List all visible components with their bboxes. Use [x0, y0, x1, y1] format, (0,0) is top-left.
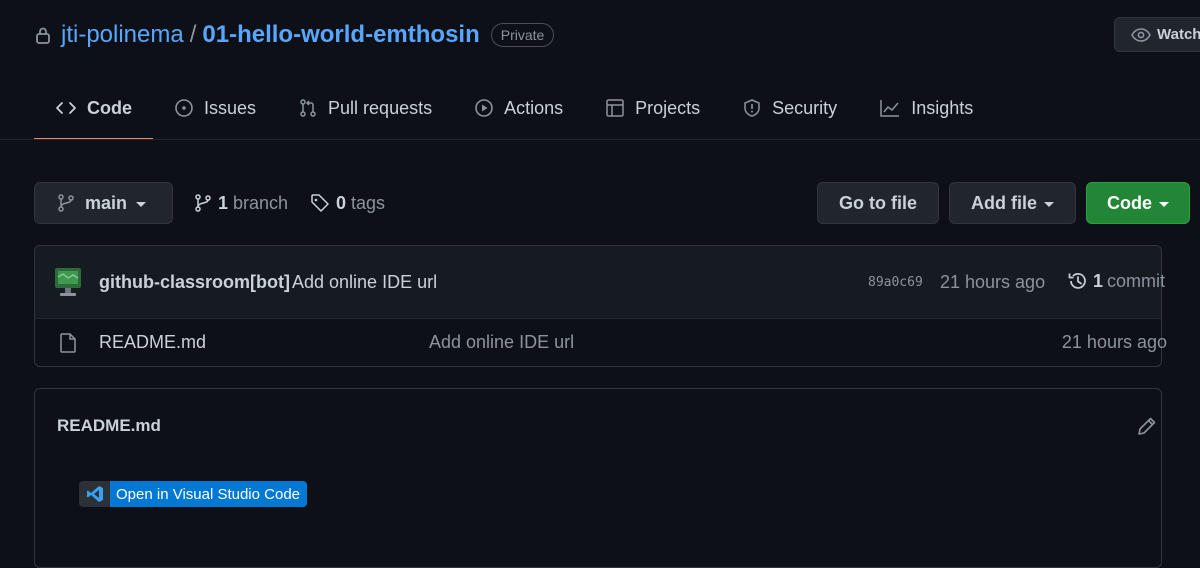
git-branch-icon: [195, 194, 211, 212]
tab-label: Security: [772, 97, 838, 118]
git-branch-icon: [58, 194, 74, 212]
vscode-icon: [79, 481, 110, 507]
git-pull-request-icon: [298, 98, 328, 118]
lock-icon: [35, 26, 51, 44]
graph-icon: [879, 98, 911, 118]
file-commit-time: 21 hours ago: [1061, 332, 1167, 352]
tag-icon: [311, 194, 329, 212]
open-in-vscode-badge[interactable]: Open in Visual Studio Code: [79, 481, 308, 507]
readme-box: README.md Open in Visual Studio Code: [34, 388, 1162, 568]
tab-label: Insights: [911, 97, 974, 118]
add-file-label: Add file: [971, 192, 1037, 213]
commit-history-link[interactable]: 1 commit: [1067, 270, 1165, 292]
tab-label: Issues: [204, 97, 257, 118]
commit-time: 21 hours ago: [940, 272, 1046, 292]
repo-header: jti-polinema / 01-hello-world-emthosin P…: [35, 18, 555, 52]
tag-word: tags: [351, 192, 386, 213]
readme-title: README.md: [57, 416, 161, 435]
pencil-icon[interactable]: [1136, 415, 1158, 437]
tab-label: Projects: [635, 97, 701, 118]
add-file-button[interactable]: Add file: [949, 182, 1076, 224]
tabs-divider: [0, 139, 1200, 140]
history-icon: [1068, 273, 1086, 289]
table-icon: [605, 98, 635, 118]
repo-owner-link[interactable]: jti-polinema: [61, 21, 184, 49]
tab-label: Code: [87, 97, 132, 118]
visibility-badge: Private: [490, 23, 555, 47]
tag-count: 0: [336, 192, 347, 213]
tab-insights[interactable]: Insights: [858, 84, 994, 132]
avatar[interactable]: [54, 267, 82, 297]
tab-label: Actions: [504, 97, 564, 118]
play-icon: [474, 98, 504, 118]
file-name-link[interactable]: README.md: [99, 332, 206, 353]
branch-count: 1: [218, 192, 229, 213]
tab-issues[interactable]: Issues: [153, 84, 277, 132]
chevron-down-icon: [1159, 202, 1169, 207]
commit-author-link[interactable]: github-classroom[bot]: [99, 272, 290, 293]
tags-link[interactable]: 0 tags: [310, 190, 385, 216]
latest-commit-row: github-classroom[bot] Add online IDE url…: [35, 246, 1165, 319]
issue-opened-icon: [174, 98, 204, 118]
tab-label: Pull requests: [328, 97, 433, 118]
branch-word: branch: [233, 192, 289, 213]
commit-count: 1: [1093, 270, 1104, 291]
code-icon: [55, 101, 87, 115]
branches-link[interactable]: 1 branch: [194, 190, 288, 216]
code-button[interactable]: Code: [1086, 182, 1190, 224]
repo-name-link[interactable]: 01-hello-world-emthosin: [202, 21, 479, 49]
branch-select-button[interactable]: main: [34, 182, 173, 224]
commit-word: commit: [1107, 270, 1166, 291]
go-to-file-button[interactable]: Go to file: [817, 182, 939, 224]
tab-code[interactable]: Code: [34, 84, 153, 140]
file-navigation-box: github-classroom[bot] Add online IDE url…: [34, 245, 1167, 367]
tab-pull-requests[interactable]: Pull requests: [277, 84, 453, 132]
code-button-label: Code: [1107, 192, 1152, 213]
tab-security[interactable]: Security: [721, 84, 858, 132]
watch-button[interactable]: Watch: [1114, 17, 1200, 52]
repo-nav-tabs: Code Issues Pull requests Actions Projec…: [34, 84, 994, 140]
commit-message-link[interactable]: Add online IDE url: [292, 272, 437, 293]
repo-path-separator: /: [189, 21, 197, 48]
commit-sha-link[interactable]: 89a0c69: [868, 275, 923, 290]
watch-label: Watch: [1157, 26, 1200, 43]
chevron-down-icon: [136, 202, 147, 207]
branch-name: main: [85, 192, 128, 213]
file-commit-message-link[interactable]: Add online IDE url: [429, 332, 574, 353]
tab-projects[interactable]: Projects: [584, 84, 721, 132]
chevron-down-icon: [1044, 202, 1054, 207]
shield-icon: [742, 98, 772, 118]
tab-actions[interactable]: Actions: [453, 84, 584, 132]
open-in-vscode-label: Open in Visual Studio Code: [110, 481, 308, 507]
file-row: README.md Add online IDE url 21 hours ag…: [35, 318, 1167, 367]
eye-icon: [1131, 27, 1157, 42]
go-to-file-label: Go to file: [839, 192, 917, 213]
file-icon: [60, 333, 76, 353]
